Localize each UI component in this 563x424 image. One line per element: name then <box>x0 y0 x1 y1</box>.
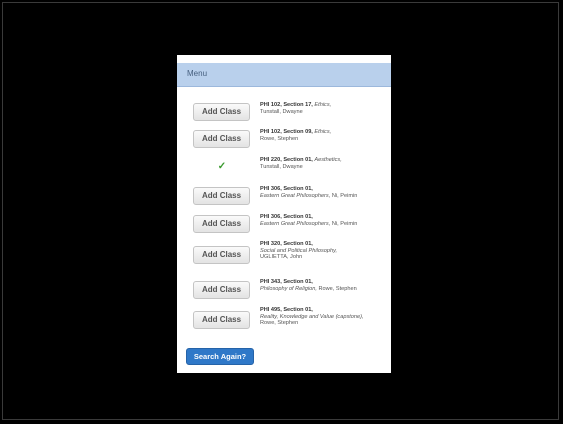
class-info: PHI 306, Section 01, Eastern Great Philo… <box>260 214 388 227</box>
class-title: Social and Political Philosophy, <box>260 247 338 254</box>
class-title: Ethics, <box>314 129 332 135</box>
add-class-button[interactable]: Add Class <box>193 215 250 233</box>
class-instructor: UGLIETTA, John <box>260 254 303 261</box>
class-instructor: Rowe, Stephen <box>318 285 357 292</box>
class-code: PHI 306, Section 01, <box>260 214 313 220</box>
class-info: PHI 320, Section 01, Social and Politica… <box>260 241 388 261</box>
class-code: PHI 343, Section 01, <box>260 279 313 285</box>
class-title: Reality, Knowledge and Value (capstone), <box>260 313 364 320</box>
check-icon: ✓ <box>217 161 227 172</box>
class-code: PHI 320, Section 01, <box>260 241 313 247</box>
class-info: PHI 495, Section 01, Reality, Knowledge … <box>260 307 388 327</box>
class-title: Philosophy of Religion, <box>260 285 317 292</box>
class-code: PHI 102, Section 09, <box>260 129 313 135</box>
class-info: PHI 306, Section 01, Eastern Great Philo… <box>260 186 388 199</box>
class-code: PHI 220, Section 01, <box>260 157 313 163</box>
add-class-button[interactable]: Add Class <box>193 311 250 329</box>
class-instructor: Rowe, Stephen <box>260 320 299 327</box>
class-title: Ethics, <box>314 102 332 108</box>
class-info: PHI 102, Section 17, Ethics, Tunstall, D… <box>260 102 388 115</box>
add-class-button[interactable]: Add Class <box>193 130 250 148</box>
class-title: Aesthetics, <box>314 157 342 163</box>
class-title: Eastern Great Philosophers, <box>260 192 331 199</box>
add-class-button[interactable]: Add Class <box>193 103 250 121</box>
menu-label[interactable]: Menu <box>187 69 207 78</box>
search-again-button[interactable]: Search Again? <box>186 348 254 365</box>
class-code: PHI 306, Section 01, <box>260 186 313 192</box>
menu-bar[interactable]: Menu <box>177 63 391 87</box>
class-instructor: Tunstall, Dwayne <box>260 108 303 115</box>
class-code: PHI 495, Section 01, <box>260 307 313 313</box>
add-class-button[interactable]: Add Class <box>193 187 250 205</box>
class-instructor: Ni, Peimin <box>331 220 358 227</box>
class-title: Eastern Great Philosophers, <box>260 220 331 227</box>
add-class-button[interactable]: Add Class <box>193 281 250 299</box>
class-info: PHI 343, Section 01, Philosophy of Relig… <box>260 279 388 292</box>
add-class-button[interactable]: Add Class <box>193 246 250 264</box>
phone-screen: Menu Add Class PHI 102, Section 17, Ethi… <box>177 55 391 373</box>
class-instructor: Tunstall, Dwayne <box>260 163 303 170</box>
class-instructor: Rowe, Stephen <box>260 135 299 142</box>
class-code: PHI 102, Section 17, <box>260 102 313 108</box>
class-info: PHI 102, Section 09, Ethics, Rowe, Steph… <box>260 129 388 142</box>
class-instructor: Ni, Peimin <box>331 192 358 199</box>
class-info: PHI 220, Section 01, Aesthetics, Tunstal… <box>260 157 388 170</box>
